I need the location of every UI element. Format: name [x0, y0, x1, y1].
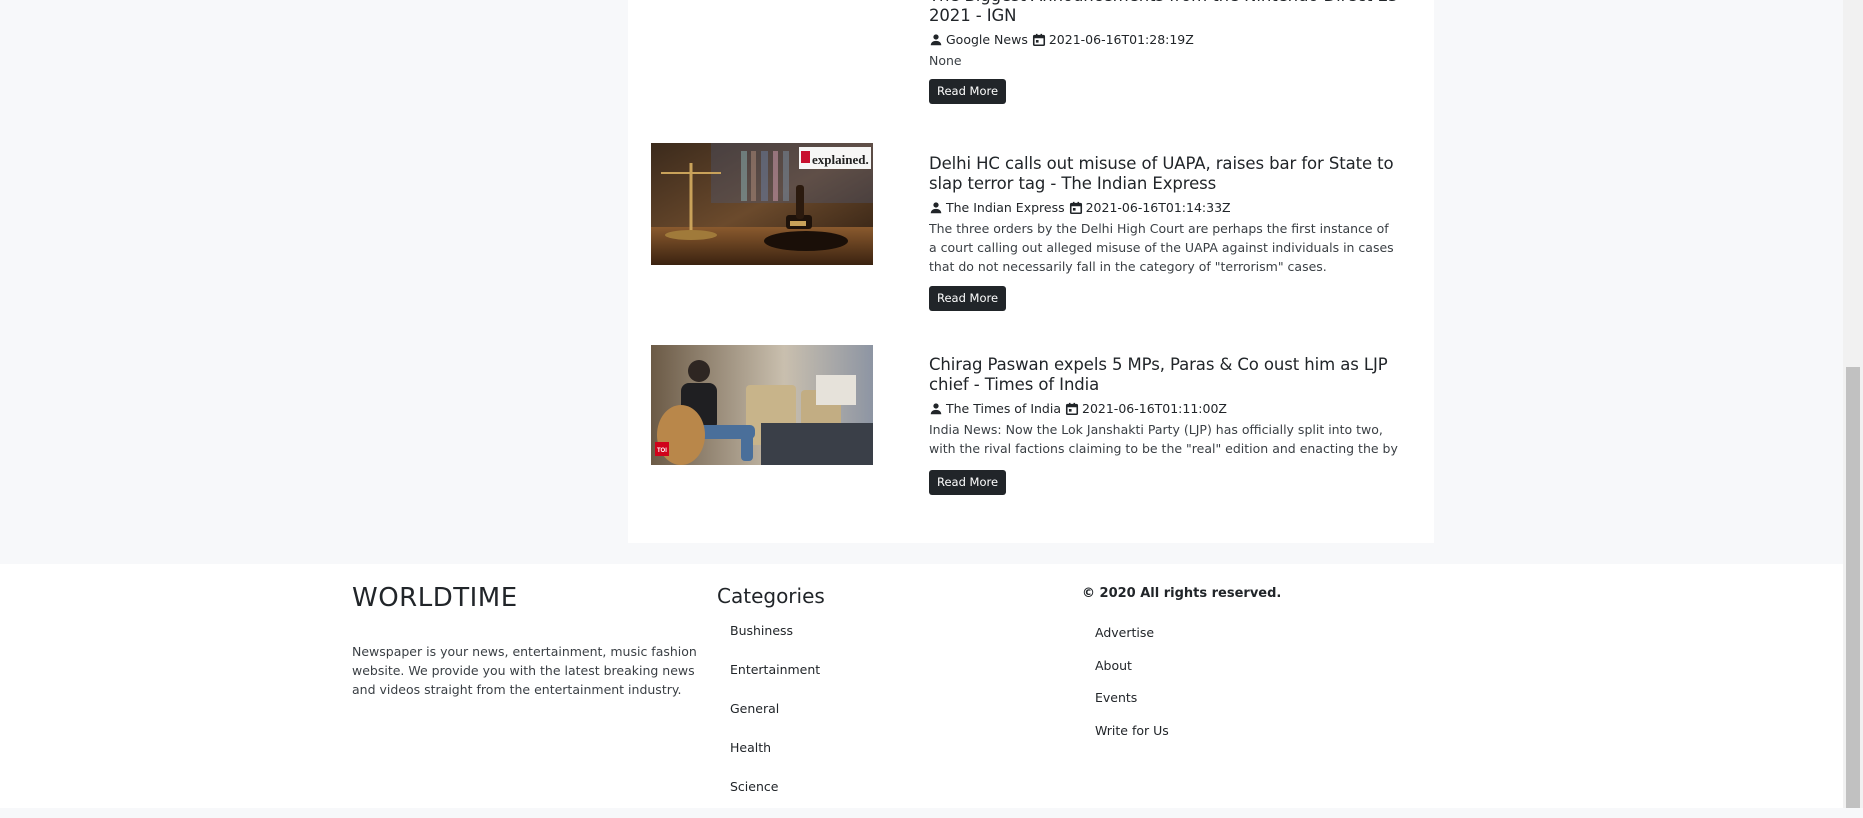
image-badge-text: TOI [657, 448, 667, 454]
news-list-card: The Biggest Announcements from the Ninte… [628, 0, 1434, 543]
read-more-button[interactable]: Read More [929, 79, 1007, 104]
read-more-button[interactable]: Read More [929, 286, 1007, 311]
site-footer: WORLDTIME Newspaper is your news, entert… [0, 564, 1843, 808]
article-date: 2021-06-16T01:28:19Z [1048, 32, 1194, 47]
article-title[interactable]: Chirag Paswan expels 5 MPs, Paras & Co o… [929, 355, 1399, 395]
footer-links: Advertise About Events Write for Us [1095, 625, 1169, 755]
calendar-icon [1069, 201, 1082, 215]
article-title[interactable]: Delhi HC calls out misuse of UAPA, raise… [929, 154, 1399, 194]
footer-link-about[interactable]: About [1095, 658, 1169, 691]
category-link-health[interactable]: Health [730, 740, 820, 779]
article-image[interactable]: explained. [651, 143, 873, 265]
footer-brand[interactable]: WORLDTIME [352, 583, 518, 613]
category-link-entertainment[interactable]: Entertainment [730, 662, 820, 701]
article-source: The Indian Express [946, 200, 1065, 215]
read-more-button[interactable]: Read More [929, 470, 1007, 495]
article-meta: The Times of India 2021-06-16T01:11:00Z [929, 401, 1399, 417]
article-date: 2021-06-16T01:14:33Z [1085, 200, 1231, 215]
footer-about-text: Newspaper is your news, entertainment, m… [352, 644, 697, 697]
page-scrollbar[interactable] [1843, 0, 1863, 808]
image-badge-text: explained. [812, 152, 869, 167]
category-link-general[interactable]: General [730, 701, 820, 740]
article-meta: The Indian Express 2021-06-16T01:14:33Z [929, 200, 1399, 216]
article-description: The three orders by the Delhi High Court… [929, 221, 1394, 274]
article-description: None [929, 53, 962, 68]
person-icon [930, 34, 942, 46]
article-image[interactable]: TOI [651, 345, 873, 465]
article-source: The Times of India [946, 401, 1061, 416]
article-description: India News: Now the Lok Janshakti Party … [929, 422, 1398, 456]
category-link-science[interactable]: Science [730, 779, 820, 818]
calendar-icon [1065, 402, 1079, 416]
article-source: Google News [946, 32, 1028, 47]
scrollbar-thumb[interactable] [1846, 367, 1860, 808]
footer-link-advertise[interactable]: Advertise [1095, 625, 1169, 658]
article-title[interactable]: The Biggest Announcements from the Ninte… [929, 0, 1399, 26]
footer-link-events[interactable]: Events [1095, 690, 1169, 723]
categories-list: Bushiness Entertainment General Health S… [730, 623, 820, 818]
copyright-text: © 2020 All rights reserved. [1082, 586, 1282, 601]
footer-link-write-for-us[interactable]: Write for Us [1095, 723, 1169, 756]
category-link-bushiness[interactable]: Bushiness [730, 623, 820, 662]
article-date: 2021-06-16T01:11:00Z [1082, 401, 1227, 416]
calendar-icon [1032, 33, 1045, 47]
person-icon [930, 202, 942, 214]
article-meta: Google News 2021-06-16T01:28:19Z [929, 32, 1399, 48]
person-icon [930, 403, 942, 415]
categories-heading: Categories [717, 584, 825, 608]
